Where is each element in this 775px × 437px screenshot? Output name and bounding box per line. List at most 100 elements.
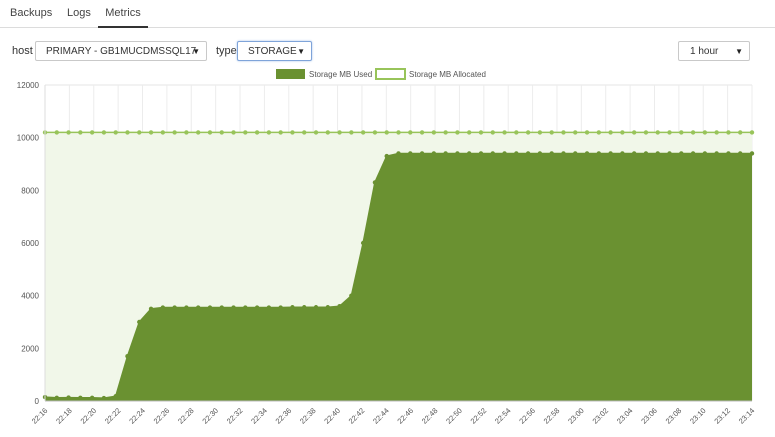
used-point[interactable]: [408, 151, 413, 156]
allocated-point[interactable]: [148, 130, 154, 135]
used-point[interactable]: [690, 151, 696, 156]
allocated-point[interactable]: [160, 130, 166, 135]
allocated-point[interactable]: [537, 130, 543, 135]
used-point[interactable]: [384, 153, 389, 159]
used-point[interactable]: [160, 305, 166, 310]
allocated-point[interactable]: [137, 130, 142, 135]
used-point[interactable]: [431, 151, 437, 156]
used-point[interactable]: [596, 151, 602, 156]
used-point[interactable]: [278, 305, 283, 310]
used-point[interactable]: [325, 305, 330, 310]
used-point[interactable]: [372, 180, 378, 185]
used-point[interactable]: [337, 304, 342, 309]
allocated-point[interactable]: [467, 130, 472, 135]
used-point[interactable]: [443, 151, 448, 156]
used-point[interactable]: [502, 151, 507, 156]
used-point[interactable]: [148, 306, 154, 312]
allocated-point[interactable]: [573, 130, 578, 135]
allocated-point[interactable]: [549, 130, 554, 135]
allocated-point[interactable]: [702, 130, 708, 135]
allocated-point[interactable]: [396, 130, 401, 135]
allocated-point[interactable]: [679, 130, 684, 135]
legend-swatch-allocated[interactable]: [375, 68, 406, 80]
allocated-point[interactable]: [514, 130, 519, 135]
allocated-point[interactable]: [254, 130, 260, 135]
used-point[interactable]: [608, 151, 613, 156]
allocated-point[interactable]: [631, 130, 637, 135]
allocated-point[interactable]: [243, 130, 248, 135]
allocated-point[interactable]: [749, 130, 755, 135]
allocated-point[interactable]: [113, 130, 118, 135]
allocated-point[interactable]: [219, 130, 224, 135]
used-point[interactable]: [396, 151, 401, 156]
allocated-point[interactable]: [266, 130, 272, 135]
allocated-point[interactable]: [54, 130, 59, 135]
allocated-point[interactable]: [125, 130, 130, 135]
allocated-point[interactable]: [66, 130, 71, 135]
allocated-point[interactable]: [278, 130, 283, 135]
used-point[interactable]: [137, 319, 142, 325]
allocated-point[interactable]: [207, 130, 213, 135]
used-point[interactable]: [89, 395, 95, 401]
used-point[interactable]: [125, 354, 130, 359]
used-point[interactable]: [195, 305, 201, 310]
tab-metrics[interactable]: Metrics: [98, 0, 148, 28]
allocated-point[interactable]: [419, 130, 425, 135]
used-point[interactable]: [573, 151, 578, 156]
allocated-point[interactable]: [325, 130, 330, 135]
allocated-point[interactable]: [690, 130, 696, 135]
used-point[interactable]: [266, 305, 272, 310]
allocated-point[interactable]: [525, 130, 531, 135]
type-select[interactable]: STORAGE ▼: [237, 41, 312, 61]
allocated-point[interactable]: [478, 130, 484, 135]
used-point[interactable]: [455, 151, 460, 156]
used-point[interactable]: [66, 395, 71, 400]
used-point[interactable]: [360, 240, 366, 246]
used-point[interactable]: [620, 151, 625, 156]
used-point[interactable]: [207, 305, 213, 310]
used-point[interactable]: [113, 394, 118, 399]
used-point[interactable]: [254, 305, 260, 310]
allocated-point[interactable]: [78, 130, 83, 135]
used-point[interactable]: [467, 151, 472, 156]
used-point[interactable]: [302, 305, 307, 310]
allocated-point[interactable]: [490, 130, 495, 135]
used-point[interactable]: [490, 151, 495, 156]
used-point[interactable]: [54, 395, 59, 401]
allocated-point[interactable]: [302, 130, 307, 135]
used-point[interactable]: [738, 151, 743, 156]
allocated-point[interactable]: [443, 130, 448, 135]
allocated-point[interactable]: [195, 130, 201, 135]
used-point[interactable]: [219, 305, 224, 310]
used-point[interactable]: [584, 151, 590, 156]
allocated-point[interactable]: [372, 130, 378, 135]
used-point[interactable]: [478, 151, 484, 156]
allocated-point[interactable]: [408, 130, 413, 135]
used-point[interactable]: [679, 151, 684, 156]
allocated-point[interactable]: [290, 130, 295, 135]
allocated-point[interactable]: [89, 130, 95, 135]
allocated-point[interactable]: [620, 130, 625, 135]
used-point[interactable]: [172, 305, 177, 310]
allocated-point[interactable]: [608, 130, 613, 135]
used-point[interactable]: [101, 395, 107, 401]
allocated-point[interactable]: [502, 130, 507, 135]
used-point[interactable]: [514, 151, 519, 156]
allocated-point[interactable]: [584, 130, 590, 135]
legend-swatch-used[interactable]: [276, 69, 305, 79]
allocated-point[interactable]: [313, 130, 319, 135]
allocated-point[interactable]: [667, 130, 672, 135]
allocated-point[interactable]: [337, 130, 342, 135]
allocated-point[interactable]: [714, 130, 719, 135]
used-point[interactable]: [749, 151, 755, 156]
allocated-point[interactable]: [184, 130, 189, 135]
used-point[interactable]: [655, 151, 660, 156]
allocated-point[interactable]: [360, 130, 366, 135]
used-point[interactable]: [537, 151, 543, 156]
used-point[interactable]: [290, 305, 295, 310]
used-point[interactable]: [313, 305, 319, 310]
used-point[interactable]: [184, 305, 189, 310]
allocated-point[interactable]: [231, 130, 236, 135]
used-point[interactable]: [643, 151, 649, 156]
allocated-point[interactable]: [596, 130, 602, 135]
